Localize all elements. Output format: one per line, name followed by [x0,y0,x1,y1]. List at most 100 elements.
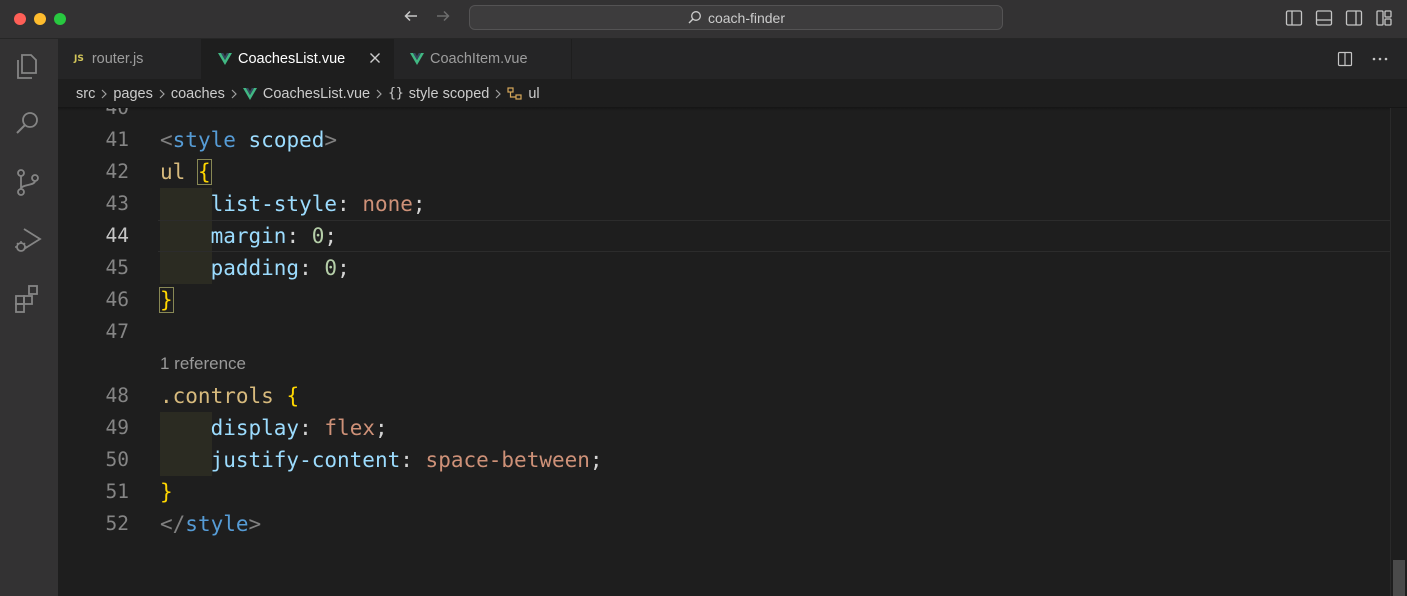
value: space-between [425,448,590,472]
vue-file-icon [242,87,257,100]
toggle-secondary-sidebar-icon[interactable] [1345,9,1363,27]
code-text: margin: 0; [160,220,337,252]
selector: .controls [160,384,274,408]
tab-label: CoachesList.vue [238,51,346,67]
braces-icon: {} [388,86,404,101]
tag-name: style [185,512,249,536]
code-line: 41 <style scoped> [58,124,1390,156]
property: display [210,416,300,440]
search-icon[interactable] [13,109,43,139]
code-line: 52 </style> [58,508,1390,540]
extensions-icon[interactable] [13,283,43,313]
tab-coach-item-vue[interactable]: CoachItem.vue [394,39,572,79]
scrollbar-thumb[interactable] [1393,560,1405,596]
vue-file-icon [218,53,232,65]
code-line: 40 [58,108,1390,124]
code-line: 48 .controls { [58,380,1390,412]
search-icon [687,10,702,25]
customize-layout-icon[interactable] [1375,9,1393,27]
property: padding [210,256,300,280]
code-line: 47 [58,316,1390,348]
run-debug-icon[interactable] [13,225,43,255]
breadcrumb-item-symbol[interactable]: ul [507,85,540,102]
more-actions-icon[interactable] [1371,51,1389,72]
editor-scrollbar[interactable] [1390,108,1407,596]
code-text: } [160,476,173,508]
code-line: 43 list-style: none; [58,188,1390,220]
split-editor-icon[interactable] [1337,51,1353,72]
toggle-panel-icon[interactable] [1315,9,1333,27]
code-text: <style scoped> [160,124,337,156]
breadcrumb-label: style scoped [408,85,490,102]
code-text: } [159,284,174,316]
tab-router-js[interactable]: JS router.js [58,39,202,79]
breadcrumb-label: ul [528,85,540,102]
toggle-primary-sidebar-icon[interactable] [1285,9,1303,27]
brace: } [160,480,173,504]
code-line: 49 display: flex; [58,412,1390,444]
colon: : [299,416,312,440]
explorer-icon[interactable] [13,51,43,81]
chevron-right-icon [494,88,502,100]
line-number: 48 [105,384,129,407]
code-text: </style> [160,508,261,540]
line-number: 49 [105,416,129,439]
tag-punct: </ [160,512,186,536]
line-number: 44 [105,224,129,247]
number-value: 0 [311,224,325,248]
tag-punct: > [248,512,262,536]
chevron-right-icon [158,88,166,100]
semicolon: ; [589,448,603,472]
chevron-right-icon [375,88,383,100]
number-value: 0 [324,256,338,280]
window-maximize-button[interactable] [54,13,66,25]
window-minimize-button[interactable] [34,13,46,25]
breadcrumb-item[interactable]: src [76,86,95,102]
close-icon[interactable] [367,50,383,66]
property: justify-content [210,448,401,472]
chevron-right-icon [100,88,108,100]
vue-file-icon [410,53,424,65]
brace: { [286,384,300,408]
source-control-icon[interactable] [13,167,43,197]
symbol-structure-icon [507,86,523,101]
code-line: 50 justify-content: space-between; [58,444,1390,476]
editor-actions [1337,51,1389,72]
line-number: 43 [105,192,129,215]
editor-tab-bar: JS router.js CoachesList.vue CoachItem.v… [58,39,1407,79]
line-number: 47 [105,320,129,343]
command-center-label: coach-finder [707,9,786,26]
codelens-references[interactable]: 1 reference [160,354,246,374]
layout-controls [1285,9,1393,27]
line-number: 42 [105,160,129,183]
line-number: 51 [105,480,129,503]
line-number: 46 [105,288,129,311]
code-line: 45 padding: 0; [58,252,1390,284]
selector: ul [160,160,186,184]
attribute: scoped [248,128,325,152]
breadcrumb: src pages coaches CoachesList.vue {} sty… [58,79,1407,108]
code-line-current: 44 margin: 0; [58,220,1390,252]
title-bar: coach-finder [0,0,1407,39]
line-number: 41 [105,128,129,151]
colon: : [337,192,350,216]
code-line: 46 } [58,284,1390,316]
breadcrumb-item-symbol[interactable]: {} style scoped [388,86,489,102]
arrow-right-icon[interactable] [434,7,452,31]
property: margin [210,224,287,248]
window-close-button[interactable] [14,13,26,25]
tag-punct: < [160,128,173,152]
tag-name: style [172,128,236,152]
activity-bar [0,39,58,596]
line-number: 50 [105,448,129,471]
breadcrumb-item-file[interactable]: CoachesList.vue [242,86,370,102]
command-center-search[interactable]: coach-finder [469,5,1003,30]
breadcrumb-item[interactable]: coaches [171,86,225,102]
tab-coaches-list-vue[interactable]: CoachesList.vue [202,39,394,79]
code-editor[interactable]: 40 41 <style scoped> 42 ul { 43 list-sty… [58,108,1390,596]
line-number: 52 [105,512,129,535]
breadcrumb-item[interactable]: pages [113,86,153,102]
tab-label: CoachItem.vue [430,51,528,67]
arrow-left-icon[interactable] [402,7,420,31]
brace: } [159,287,174,313]
